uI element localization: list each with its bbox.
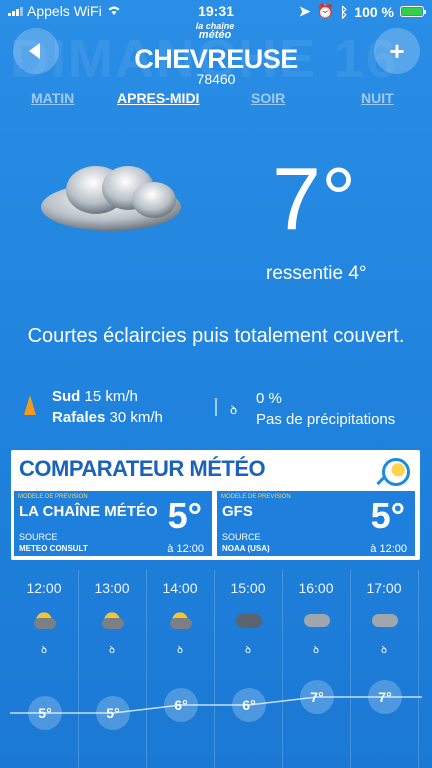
raindrop-icon: ꝺ (381, 645, 387, 656)
raindrop-icon: ꝺ (245, 645, 251, 656)
current-temperature: 7° (272, 149, 357, 248)
model-card-chaine-meteo[interactable]: MODELE DE PREVISION LA CHAÎNE MÉTÉO 5° S… (14, 491, 212, 556)
gusts-label: Rafales (52, 409, 106, 426)
source-value: NOAA (USA) (222, 544, 270, 553)
magnifier-sun-icon (382, 458, 410, 486)
model-card-gfs[interactable]: MODELE DE PREVISION GFS 5° SOURCE NOAA (… (217, 491, 415, 556)
hour-label: 15:00 (230, 580, 266, 596)
gusts-speed: 30 km/h (109, 409, 163, 426)
logo-main: météo (198, 29, 232, 41)
hour-label: 12:00 (26, 580, 62, 596)
temperature-bubble: 5° (28, 696, 62, 730)
hour-label: 14:00 (162, 580, 198, 596)
temperature-bubble: 7° (300, 680, 334, 714)
wind-line: Sud 15 km/h (52, 386, 163, 407)
battery-fill (402, 8, 422, 15)
battery-icon (400, 6, 426, 17)
model-value: 5° (167, 495, 202, 536)
hour-column[interactable]: 15:00 ꝺ (214, 570, 283, 768)
weather-description: Courtes éclaircies puis totalement couve… (27, 325, 405, 347)
alarm-icon: ⏰ (316, 3, 334, 19)
model-time: à 12:00 (370, 543, 407, 555)
wind-text: Sud 15 km/h Rafales 30 km/h (52, 386, 163, 428)
precipitation-label: Pas de précipitations (256, 411, 396, 428)
tab-apres-midi[interactable]: APRES-MIDI (117, 90, 199, 106)
sun-cloud-icon (100, 608, 124, 632)
model-label: MODELE DE PREVISION (221, 494, 291, 500)
tab-nuit[interactable]: NUIT (361, 90, 394, 106)
model-label: MODELE DE PREVISION (18, 494, 88, 500)
source-label: SOURCE (222, 532, 261, 542)
hour-label: 13:00 (94, 580, 130, 596)
hour-column[interactable]: 12:00 ꝺ (10, 570, 79, 768)
hour-column[interactable]: 17:00 ꝺ (350, 570, 419, 768)
model-name: LA CHAÎNE MÉTÉO (19, 503, 158, 520)
hour-column[interactable]: 14:00 ꝺ (146, 570, 215, 768)
gray-cloud-icon (304, 614, 330, 627)
precipitation-value: 0 % (256, 390, 282, 407)
raindrop-icon: ꝺ (41, 645, 47, 656)
model-name: GFS (222, 503, 253, 520)
hour-column[interactable]: 16:00 ꝺ (282, 570, 351, 768)
gray-cloud-icon (372, 614, 398, 627)
wind-speed: 15 km/h (84, 388, 138, 405)
dark-cloud-icon (236, 614, 262, 628)
temperature-bubble: 5° (96, 696, 130, 730)
feels-like: ressentie 4° (266, 263, 367, 284)
temperature-bubble: 6° (232, 688, 266, 722)
hour-label: 17:00 (366, 580, 402, 596)
gust-line: Rafales 30 km/h (52, 407, 163, 428)
weather-cloud-icon (36, 152, 186, 237)
location-icon: ➤ (298, 3, 311, 19)
weather-comparator[interactable]: COMPARATEUR MÉTÉO MODELE DE PREVISION LA… (11, 450, 420, 560)
source-value: METEO CONSULT (19, 544, 88, 553)
hourly-forecast[interactable]: 12:00 ꝺ 5° 13:00 ꝺ 5° 14:00 ꝺ 6° 15:00 ꝺ 6° 16:00 ꝺ 7°… (10, 570, 422, 768)
battery-label: 100 % (354, 3, 394, 20)
model-value: 5° (370, 495, 405, 536)
raindrop-icon: ꝺ (177, 645, 183, 656)
raindrop-icon: ꝺ (230, 403, 238, 417)
sun-cloud-icon (32, 608, 56, 632)
precipitation-text: 0 % Pas de précipitations (256, 388, 395, 430)
tab-soir[interactable]: SOIR (251, 90, 285, 106)
model-time: à 12:00 (167, 543, 204, 555)
raindrop-icon: ꝺ (109, 645, 115, 656)
status-right: ➤ ⏰ ᛒ 100 % (298, 3, 426, 20)
bluetooth-icon: ᛒ (339, 3, 349, 20)
temperature-bubble: 7° (368, 680, 402, 714)
hour-column[interactable]: 13:00 ꝺ (78, 570, 147, 768)
temperature-bubble: 6° (164, 688, 198, 722)
source-label: SOURCE (19, 532, 58, 542)
raindrop-icon: ꝺ (313, 645, 319, 656)
period-tabs: MATIN APRES-MIDI SOIR NUIT (0, 90, 432, 110)
postal-code: 78460 (196, 71, 236, 87)
divider (215, 398, 217, 416)
comparator-title: COMPARATEUR MÉTÉO (19, 456, 266, 481)
wind-direction: Sud (52, 388, 81, 405)
sun-cloud-icon (168, 608, 192, 632)
tab-matin[interactable]: MATIN (31, 90, 74, 106)
wind-direction-icon (24, 395, 36, 415)
app-logo: la chaîne météo (194, 22, 236, 42)
hour-label: 16:00 (298, 580, 334, 596)
status-bar: Appels WiFi 19:31 ➤ ⏰ ᛒ 100 % (0, 0, 432, 22)
